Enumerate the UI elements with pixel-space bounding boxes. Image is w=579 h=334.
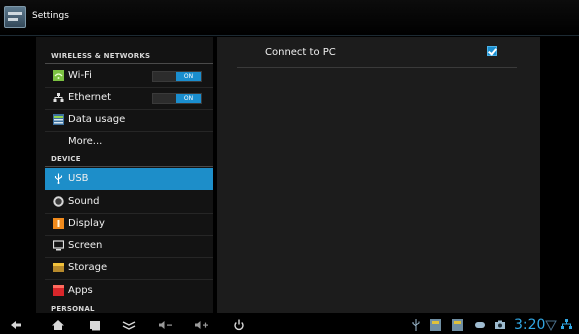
sidebar-item-screen[interactable]: Screen — [45, 235, 213, 257]
power-icon[interactable] — [232, 316, 246, 334]
sidebar-item-display[interactable]: Display — [45, 213, 213, 235]
screen-icon — [53, 240, 64, 251]
sidebar-item-label: Wi-Fi — [68, 70, 92, 81]
category-personal: PERSONAL — [51, 305, 95, 313]
category-device: DEVICE — [51, 155, 81, 163]
ethernet-icon — [53, 93, 64, 102]
system-navigation-bar: 3:20 — [0, 316, 579, 334]
display-icon — [53, 218, 64, 229]
settings-sidebar: WIRELESS & NETWORKS Wi-Fi ON Ethernet ON — [36, 37, 213, 313]
recent-apps-icon[interactable] — [88, 316, 102, 334]
sidebar-item-sound[interactable]: Sound — [45, 191, 213, 213]
volume-down-icon[interactable] — [158, 316, 174, 334]
gamepad-icon — [475, 322, 485, 328]
connect-to-pc-label: Connect to PC — [265, 47, 336, 58]
ethernet-toggle[interactable]: ON — [152, 93, 202, 104]
toggle-state: ON — [183, 95, 194, 102]
usb-status-icon — [412, 319, 420, 331]
apps-icon — [53, 285, 64, 296]
sidebar-item-label: Screen — [68, 240, 103, 251]
data-usage-icon — [53, 114, 64, 125]
sidebar-item-label: USB — [68, 173, 89, 184]
sidebar-item-apps[interactable]: Apps — [45, 280, 213, 302]
menu-icon[interactable] — [121, 316, 137, 334]
back-icon[interactable] — [9, 316, 23, 334]
sidebar-item-usb[interactable]: USB — [45, 168, 213, 190]
sidebar-item-label: Display — [68, 218, 105, 229]
sidebar-item-label: Ethernet — [68, 92, 112, 103]
sidebar-item-storage[interactable]: Storage — [45, 257, 213, 279]
sidebar-item-more[interactable]: More... — [45, 131, 213, 153]
ethernet-status-icon — [561, 319, 572, 329]
home-icon[interactable] — [51, 316, 65, 334]
wifi-icon — [53, 70, 64, 81]
settings-icon[interactable] — [4, 6, 26, 28]
sidebar-item-label: Data usage — [68, 114, 126, 125]
usb-icon — [54, 173, 63, 184]
wifi-signal-icon — [545, 320, 557, 332]
volume-up-icon[interactable] — [194, 316, 210, 334]
sidebar-item-label: Sound — [68, 196, 100, 207]
sound-icon — [53, 196, 64, 207]
sidebar-item-data-usage[interactable]: Data usage — [45, 109, 213, 131]
divider — [237, 67, 517, 68]
action-bar: Settings — [0, 0, 579, 36]
sidebar-item-label: Storage — [68, 262, 108, 273]
category-divider — [45, 63, 213, 64]
sidebar-item-wifi[interactable]: Wi-Fi ON — [45, 65, 213, 87]
sidebar-item-ethernet[interactable]: Ethernet ON — [45, 87, 213, 109]
notification-icon[interactable] — [430, 318, 441, 332]
category-wireless-networks: WIRELESS & NETWORKS — [51, 52, 151, 60]
notification-icon[interactable] — [452, 318, 463, 332]
toggle-state: ON — [183, 73, 194, 80]
connect-to-pc-checkbox[interactable] — [487, 46, 497, 56]
usb-settings-panel: Connect to PC — [217, 37, 540, 313]
sidebar-item-label: Apps — [68, 285, 93, 296]
storage-icon — [53, 263, 64, 272]
camera-icon — [495, 320, 505, 329]
wifi-toggle[interactable]: ON — [152, 71, 202, 82]
app-title: Settings — [32, 11, 69, 21]
clock: 3:20 — [514, 317, 546, 333]
category-divider — [45, 166, 213, 167]
sidebar-item-label: More... — [68, 136, 103, 147]
